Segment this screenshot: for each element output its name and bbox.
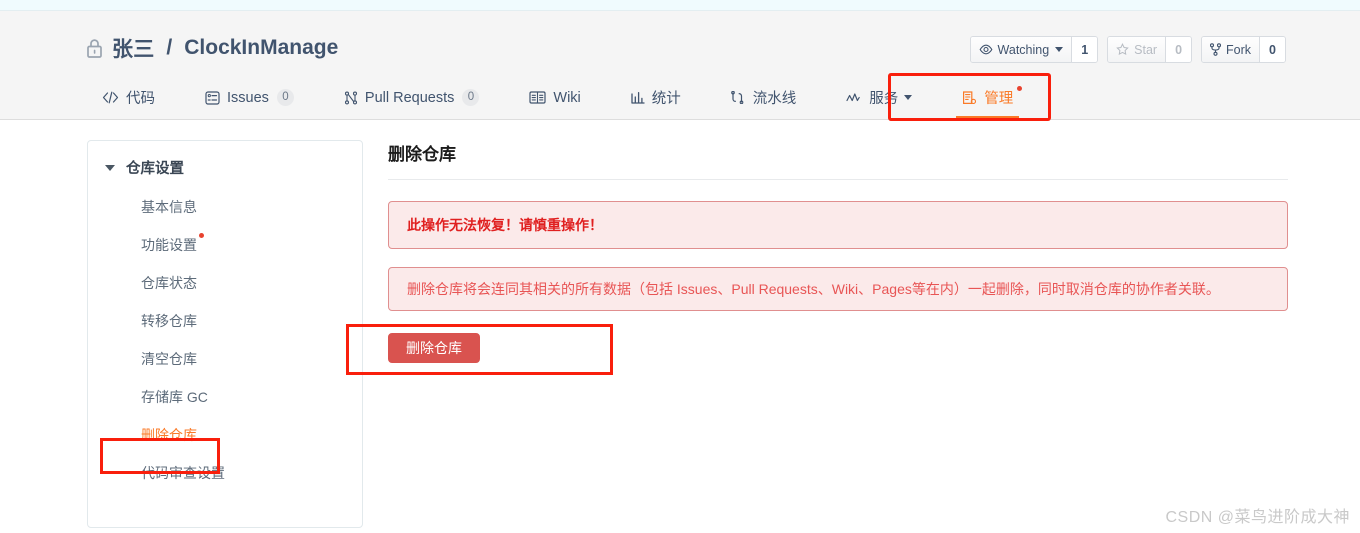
issues-count-badge: 0 [276,89,294,106]
sidebar-item-empty-repo[interactable]: 清空仓库 [88,340,362,378]
fork-button-group[interactable]: Fork 0 [1201,36,1286,63]
breadcrumb-separator: / [166,36,173,59]
star-button[interactable]: Star [1108,37,1166,62]
star-count: 0 [1165,37,1192,62]
eye-icon [979,44,993,55]
sidebar-item-code-review-settings[interactable]: 代码审查设置 [88,454,362,492]
sidebar-item-basic-info[interactable]: 基本信息 [88,188,362,226]
stats-icon [631,91,645,104]
star-button-group[interactable]: Star 0 [1107,36,1193,63]
watch-button-group[interactable]: Watching 1 [969,36,1099,63]
watch-count: 1 [1071,37,1098,62]
repo-name[interactable]: ClockInManage [184,36,338,60]
fork-button[interactable]: Fork [1202,37,1260,62]
delete-action-zone: 删除仓库 [346,324,1288,383]
fork-count: 0 [1259,37,1285,62]
tab-code[interactable]: 代码 [86,78,171,117]
tab-wiki[interactable]: Wiki [513,78,596,117]
code-icon [102,91,119,104]
watch-button[interactable]: Watching [970,37,1072,62]
danger-alert-text: 此操作无法恢复！请慎重操作！ [407,217,603,233]
sidebar-item-label: 功能设置 [141,237,197,253]
pull-requests-count-badge: 0 [462,89,480,106]
sidebar-item-list: 基本信息 功能设置 仓库状态 转移仓库 清空仓库 存储库 GC 删除仓库 代码审… [88,188,362,492]
pull-request-icon [344,91,358,105]
pipeline-icon [730,91,746,104]
manage-icon [962,90,977,105]
repo-nav-tabs: 代码 Issues 0 Pull Requests 0 Wiki 统计 流水线 … [86,78,1047,120]
sidebar-item-label: 仓库状态 [141,275,197,291]
sidebar-item-label: 清空仓库 [141,351,197,367]
info-alert: 删除仓库将会连同其相关的所有数据（包括 Issues、Pull Requests… [388,267,1288,311]
tab-manage[interactable]: 管理 [946,78,1029,119]
tab-issues-label: Issues [227,89,269,106]
star-label: Star [1134,42,1158,57]
tab-pipeline[interactable]: 流水线 [715,78,813,117]
chevron-down-icon[interactable] [904,95,913,100]
sidebar-item-repo-status[interactable]: 仓库状态 [88,264,362,302]
sidebar-item-label: 删除仓库 [141,427,197,443]
tab-pull-requests[interactable]: Pull Requests 0 [328,78,495,117]
tab-pipeline-label: 流水线 [752,91,797,107]
delete-repo-button[interactable]: 删除仓库 [388,333,480,363]
sidebar-item-feature-settings[interactable]: 功能设置 [88,226,362,264]
fork-label: Fork [1226,42,1252,57]
notification-dot [1017,86,1023,91]
tab-stats[interactable]: 统计 [615,78,697,117]
sidebar-item-label: 代码审查设置 [141,465,225,481]
lock-icon [86,38,103,59]
main-content: 删除仓库 此操作无法恢复！请慎重操作！ 删除仓库将会连同其相关的所有数据（包括 … [346,140,1288,383]
page-root: 张三 / ClockInManage Watching 1 Star 0 For… [0,0,1360,533]
fork-icon [1210,43,1222,56]
service-icon [846,92,862,104]
notification-dot [199,233,204,238]
top-accent-strip [0,0,1360,11]
watermark: CSDN @菜鸟进阶成大神 [1165,509,1350,526]
issues-icon [205,90,220,105]
tab-service[interactable]: 服务 [830,78,928,117]
chevron-down-icon[interactable] [1055,47,1064,52]
page-title: 删除仓库 [388,140,1288,180]
danger-alert: 此操作无法恢复！请慎重操作！ [388,201,1288,249]
info-alert-text: 删除仓库将会连同其相关的所有数据（包括 Issues、Pull Requests… [407,281,1220,297]
sidebar-item-storage-gc[interactable]: 存储库 GC [88,378,362,416]
tab-service-label: 服务 [869,91,899,107]
sidebar-item-label: 基本信息 [141,199,197,215]
tab-wiki-label: Wiki [553,89,581,106]
tab-pull-requests-label: Pull Requests [364,89,455,106]
tab-code-label: 代码 [126,91,155,107]
sidebar-item-transfer-repo[interactable]: 转移仓库 [88,302,362,340]
star-icon [1116,43,1129,56]
sidebar-item-label: 转移仓库 [141,313,197,329]
sidebar-section-title: 仓库设置 [126,161,184,177]
repo-owner[interactable]: 张三 [112,33,154,63]
watch-label: Watching [997,42,1050,57]
tab-issues[interactable]: Issues 0 [189,78,310,117]
repo-actions: Watching 1 Star 0 Fork 0 [969,36,1286,63]
wiki-icon [529,91,546,104]
breadcrumb: 张三 / ClockInManage [86,33,338,63]
tab-stats-label: 统计 [651,91,681,107]
chevron-down-icon [105,164,115,171]
sidebar-item-label: 存储库 GC [141,389,208,405]
sidebar-section-header[interactable]: 仓库设置 [88,141,362,178]
settings-sidebar: 仓库设置 基本信息 功能设置 仓库状态 转移仓库 清空仓库 存储库 GC 删除仓… [87,140,363,528]
sidebar-item-delete-repo[interactable]: 删除仓库 [88,416,362,454]
tab-manage-label: 管理 [984,91,1014,107]
